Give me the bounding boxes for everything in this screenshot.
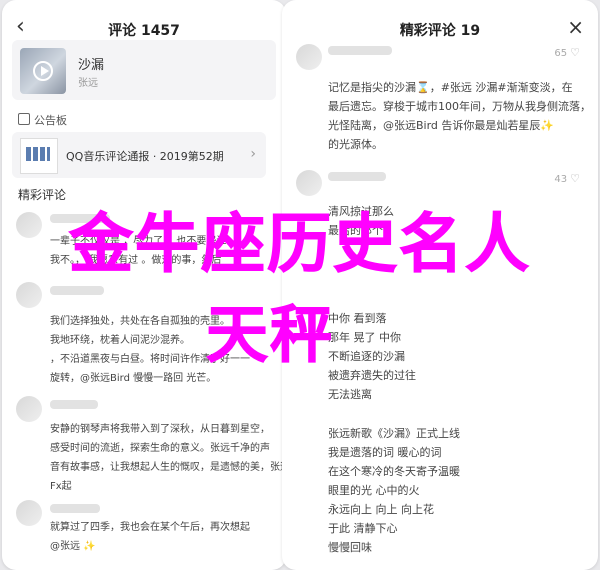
- username-blurred: [50, 400, 98, 409]
- comment-line: 就算过了四季，我也会在某个午后，再次想起: [50, 522, 250, 533]
- username-blurred: [50, 214, 110, 223]
- comment-line: ，不沿道黑夜与白昼。将时间许作清了好一一: [50, 354, 250, 365]
- comment-line: @张远 ✨: [50, 541, 96, 552]
- song-title: 沙漏: [78, 58, 105, 73]
- comment-line: 那年 晃了 中你: [328, 331, 401, 344]
- right-header-title: 精彩评论 19: [399, 23, 481, 39]
- section-title: 精彩评论: [18, 188, 67, 202]
- announcement-label: 公告板: [18, 112, 67, 128]
- comment-line: 我地环绕，枕着人间泥沙混养。: [50, 335, 190, 346]
- left-header-title: 评论 1457: [108, 23, 180, 39]
- username-blurred: [50, 286, 104, 295]
- comment-line: Fx起: [50, 481, 72, 492]
- comment-line: 我是遗落的词 暖心的词: [328, 446, 442, 459]
- comment-line: 感受时间的流逝，探索生命的意义。张远千净的声: [50, 443, 270, 454]
- comment-line: 张远新歌《沙漏》正式上线: [328, 427, 460, 440]
- comments-panel-left: ‹ 评论 1457 沙漏 张远 公告板 QQ音乐评论通报 · 2019第52期 …: [2, 0, 286, 570]
- comment-line: 中你 看到落: [328, 312, 387, 325]
- avatar[interactable]: [296, 44, 322, 70]
- avatar[interactable]: [16, 500, 42, 526]
- username-blurred: [328, 172, 386, 181]
- announcement-text: QQ音乐评论通报 · 2019第52期: [66, 150, 224, 163]
- comment-line: 眼里的光 心中的火: [328, 484, 420, 497]
- song-card[interactable]: 沙漏 张远: [12, 40, 276, 100]
- album-cover[interactable]: [20, 48, 66, 94]
- thumb-up-icon: ♡: [570, 172, 580, 185]
- comment-line: 旋转，@张远Bird 慢慢一路回 光芒。: [50, 373, 217, 384]
- avatar[interactable]: [16, 282, 42, 308]
- comment-line: 最后的那个: [328, 224, 383, 237]
- comment-line: 一辈子不仅仅是 ，尽力了 ，也不要怨谁: [50, 236, 227, 247]
- comment-line: 我不。， 我愿意有过 。做对的事，然后: [50, 255, 222, 266]
- chevron-right-icon: ›: [250, 146, 256, 162]
- comment-line: 记忆是指尖的沙漏⌛，#张远 沙漏#渐渐变淡，在: [328, 81, 573, 94]
- comment-line: 无法逃离: [328, 388, 372, 401]
- comment-line: 光怪陆离，@张远Bird 告诉你最是灿若星辰✨: [328, 119, 555, 132]
- username-blurred: [328, 46, 392, 55]
- comment-line: 的光源体。: [328, 138, 383, 151]
- comments-panel-right: 精彩评论 19 × 65 ♡ 记忆是指尖的沙漏⌛，#张远 沙漏#渐渐变淡，在 最后…: [282, 0, 598, 570]
- comment-line: 于此 清静下心: [328, 522, 398, 535]
- announcement-label-text: 公告板: [34, 114, 67, 127]
- comment-line: 最后遗忘。穿梭于城市100年间，万物从我身侧流落，: [328, 100, 591, 113]
- like-count[interactable]: 43 ♡: [554, 172, 580, 185]
- comment-line: 被遗弃遗失的过往: [328, 369, 416, 382]
- avatar[interactable]: [16, 396, 42, 422]
- comment-line: 在这个寒冷的冬天寄予温暖: [328, 465, 460, 478]
- close-icon[interactable]: ×: [567, 16, 584, 38]
- comment-line: 我们选择独处，共处在各自孤独的壳里。: [50, 316, 230, 327]
- comment-line: 安静的钢琴声将我带入到了深秋，从日暮到星空，: [50, 424, 270, 435]
- announcement-thumbnail: [20, 138, 58, 174]
- comment-line: 慢慢回味: [328, 541, 372, 554]
- song-artist: 张远: [78, 78, 98, 89]
- avatar[interactable]: [16, 212, 42, 238]
- comment-line: 永远向上 向上 向上花: [328, 503, 434, 516]
- announcement-card[interactable]: QQ音乐评论通报 · 2019第52期 ›: [12, 132, 266, 178]
- username-blurred: [50, 504, 100, 513]
- thumb-up-icon: ♡: [570, 46, 580, 59]
- like-count[interactable]: 65 ♡: [554, 46, 580, 59]
- board-icon: [18, 113, 30, 125]
- avatar[interactable]: [296, 170, 322, 196]
- comment-line: 不断追逐的沙漏: [328, 350, 405, 363]
- comment-line: 清风掠过那么: [328, 205, 394, 218]
- comment-line: 音有故事感，让我想起人生的慨叹，是遗憾的美，张远: [50, 462, 286, 473]
- play-icon[interactable]: [33, 61, 53, 81]
